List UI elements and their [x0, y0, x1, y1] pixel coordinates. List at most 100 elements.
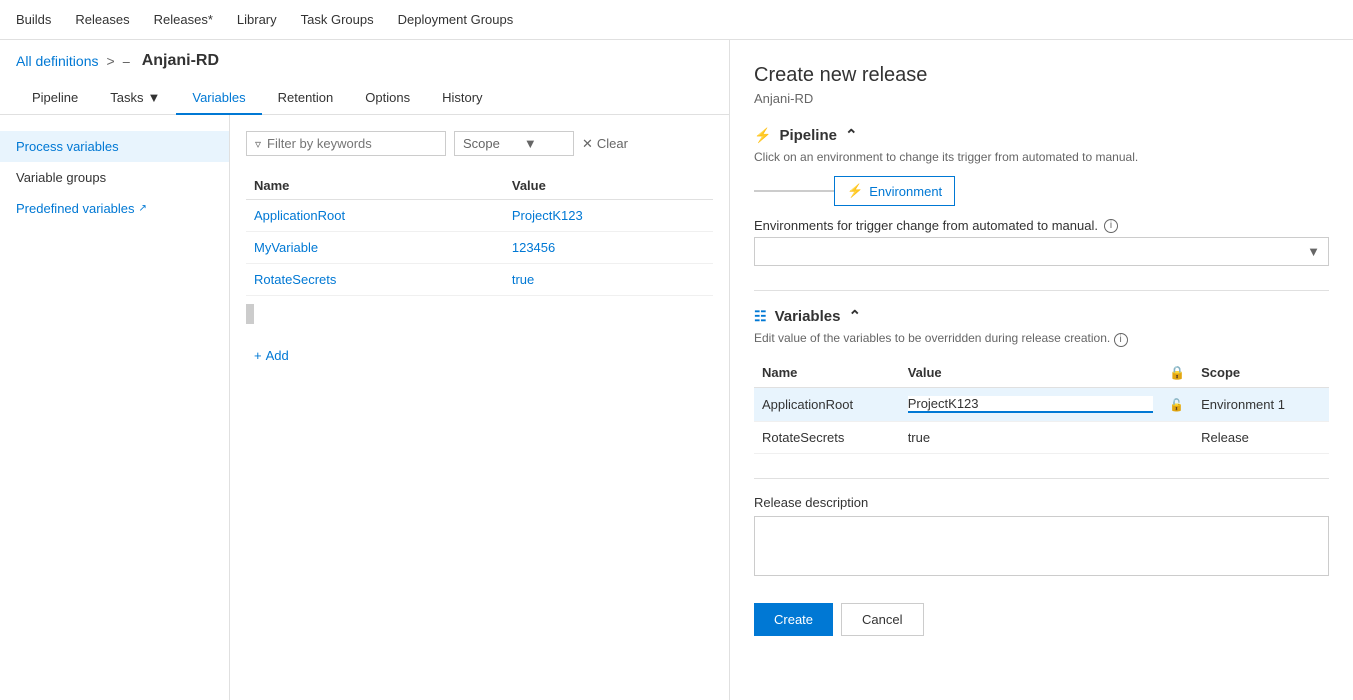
definition-name: Anjani-RD — [142, 52, 219, 70]
pipeline-collapse-icon: ⌃ — [845, 126, 858, 144]
pipeline-diagram: ⚡ Environment — [754, 176, 1329, 206]
rv-name-0: ApplicationRoot — [754, 387, 900, 421]
pipeline-section: ⚡ Pipeline ⌃ Click on an environment to … — [754, 126, 1329, 266]
filter-input[interactable] — [267, 136, 437, 151]
rvcol-value: Value — [900, 359, 1161, 388]
variables-section-desc: Edit value of the variables to be overri… — [754, 331, 1329, 347]
env-trigger-section: Environments for trigger change from aut… — [754, 218, 1329, 266]
scroll-handle[interactable] — [246, 304, 254, 324]
lock-col-icon: 🔒 — [1169, 365, 1185, 380]
col-value-header: Value — [504, 172, 713, 200]
release-var-row-1: RotateSecrets Release — [754, 421, 1329, 453]
release-variables-table: Name Value 🔒 Scope ApplicationRoot — [754, 359, 1329, 454]
clear-button[interactable]: ✕ Clear — [582, 136, 628, 152]
var-name-0[interactable]: ApplicationRoot — [246, 200, 504, 232]
filter-bar: ▿ Scope ▼ ✕ Clear — [246, 131, 713, 156]
nav-releases[interactable]: Releases — [75, 12, 129, 27]
variables-icon: ☷ — [754, 308, 767, 325]
top-navigation: Builds Releases Releases* Library Task G… — [0, 0, 1353, 40]
rv-value-1[interactable] — [900, 421, 1161, 453]
create-button[interactable]: Create — [754, 603, 833, 636]
pipeline-line-bar — [754, 190, 834, 192]
add-icon: + — [254, 348, 262, 363]
panel-title: Create new release — [754, 64, 1329, 87]
release-description-input[interactable] — [754, 516, 1329, 576]
content-area: Process variables Variable groups Predef… — [0, 115, 729, 700]
pipeline-label: Pipeline — [779, 127, 837, 144]
env-button-label: Environment — [869, 184, 942, 199]
table-row: RotateSecrets true — [246, 264, 713, 296]
right-panel: Create new release Anjani-RD ⚡ Pipeline … — [730, 40, 1353, 700]
variables-section-label: Variables — [775, 308, 841, 325]
tab-retention[interactable]: Retention — [262, 82, 350, 115]
tab-pipeline[interactable]: Pipeline — [16, 82, 94, 115]
var-value-1[interactable]: 123456 — [504, 232, 713, 264]
env-trigger-info-icon[interactable]: i — [1104, 219, 1118, 233]
clear-x-icon: ✕ — [582, 136, 593, 152]
nav-deployment-groups[interactable]: Deployment Groups — [398, 12, 514, 27]
desc-divider — [754, 478, 1329, 479]
variables-info-icon[interactable]: i — [1114, 333, 1128, 347]
pipeline-section-header[interactable]: ⚡ Pipeline ⌃ — [754, 126, 1329, 144]
rv-lock-1[interactable] — [1161, 421, 1193, 453]
env-bolt-icon: ⚡ — [847, 183, 863, 199]
release-desc-label: Release description — [754, 495, 1329, 510]
env-trigger-dropdown[interactable]: ▼ — [754, 237, 1329, 266]
variables-table: Name Value ApplicationRoot ProjectK123 M… — [246, 172, 713, 296]
rv-scope-0: Environment 1 — [1193, 387, 1329, 421]
main-area: All definitions > ⎯ Anjani-RD Pipeline T… — [0, 40, 1353, 700]
add-variable-button[interactable]: + Add — [246, 340, 713, 371]
rv-lock-0[interactable]: 🔓 — [1161, 387, 1193, 421]
rv-scope-1: Release — [1193, 421, 1329, 453]
nav-builds[interactable]: Builds — [16, 12, 51, 27]
filter-icon: ▿ — [255, 137, 261, 151]
rv-name-1: RotateSecrets — [754, 421, 900, 453]
all-definitions-link[interactable]: All definitions — [16, 53, 99, 69]
sidebar-item-process-variables[interactable]: Process variables — [0, 131, 229, 162]
tab-tasks[interactable]: Tasks ▼ — [94, 82, 176, 115]
rvcol-name: Name — [754, 359, 900, 388]
environment-button[interactable]: ⚡ Environment — [834, 176, 955, 206]
var-value-2[interactable]: true — [504, 264, 713, 296]
clear-label: Clear — [597, 136, 628, 151]
sidebar-item-predefined-variables[interactable]: Predefined variables ↗ — [0, 193, 229, 224]
rvcol-scope: Scope — [1193, 359, 1329, 388]
sidebar-item-variable-groups[interactable]: Variable groups — [0, 162, 229, 193]
tab-bar: Pipeline Tasks ▼ Variables Retention Opt… — [0, 82, 729, 115]
var-value-0[interactable]: ProjectK123 — [504, 200, 713, 232]
nav-library[interactable]: Library — [237, 12, 277, 27]
nav-task-groups[interactable]: Task Groups — [301, 12, 374, 27]
tab-options[interactable]: Options — [349, 82, 426, 115]
scroll-area — [246, 296, 713, 332]
tab-variables[interactable]: Variables — [176, 82, 261, 115]
external-link-icon: ↗ — [139, 203, 147, 214]
release-description-section: Release description — [754, 495, 1329, 579]
section-divider — [754, 290, 1329, 291]
env-trigger-label: Environments for trigger change from aut… — [754, 218, 1329, 233]
rv-value-input-0[interactable] — [908, 396, 1153, 413]
scope-dropdown[interactable]: Scope ▼ — [454, 131, 574, 156]
pipeline-icon: ⚡ — [754, 127, 771, 144]
definition-icon: ⎯ — [123, 53, 130, 70]
cancel-button[interactable]: Cancel — [841, 603, 923, 636]
tab-history[interactable]: History — [426, 82, 498, 115]
panel-subtitle: Anjani-RD — [754, 91, 1329, 106]
tasks-dropdown-icon: ▼ — [148, 90, 161, 105]
variables-section: ☷ Variables ⌃ Edit value of the variable… — [754, 307, 1329, 454]
left-panel: All definitions > ⎯ Anjani-RD Pipeline T… — [0, 40, 730, 700]
var-name-1[interactable]: MyVariable — [246, 232, 504, 264]
var-name-2[interactable]: RotateSecrets — [246, 264, 504, 296]
variables-section-header[interactable]: ☷ Variables ⌃ — [754, 307, 1329, 325]
rv-value-0[interactable] — [900, 387, 1161, 421]
sidebar: Process variables Variable groups Predef… — [0, 115, 230, 700]
variables-panel: ▿ Scope ▼ ✕ Clear — [230, 115, 729, 700]
nav-releases-star[interactable]: Releases* — [154, 12, 213, 27]
breadcrumb: All definitions > ⎯ Anjani-RD — [0, 40, 729, 82]
lock-icon-0: 🔓 — [1169, 398, 1184, 412]
filter-input-wrap[interactable]: ▿ — [246, 131, 446, 156]
scope-chevron-icon: ▼ — [524, 136, 537, 151]
table-row: MyVariable 123456 — [246, 232, 713, 264]
rv-value-input-1[interactable] — [908, 430, 1153, 445]
rvcol-lock: 🔒 — [1161, 359, 1193, 388]
table-row: ApplicationRoot ProjectK123 — [246, 200, 713, 232]
